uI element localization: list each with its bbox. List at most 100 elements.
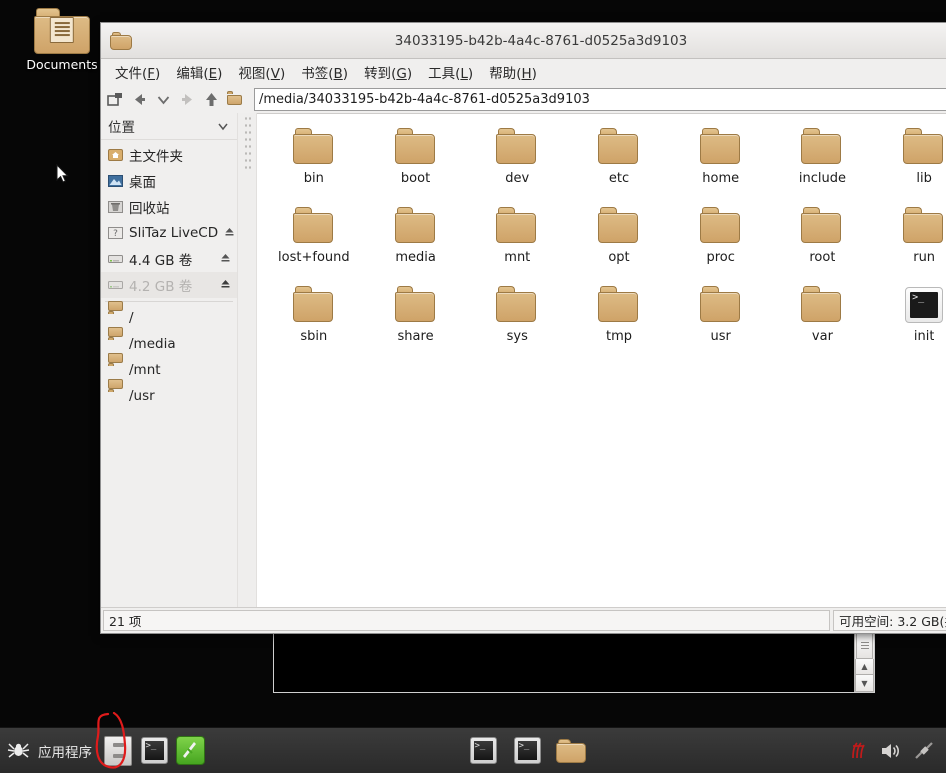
sidebar-item-label: 4.2 GB 卷	[129, 279, 193, 295]
terminal-output-area[interactable]	[274, 632, 854, 692]
file-item[interactable]: >_init	[873, 282, 946, 361]
file-list-view[interactable]: bin boot dev etc home include lib lost+found med…	[257, 113, 946, 607]
sidebar-splitter[interactable]	[237, 113, 257, 607]
file-manager-window[interactable]: 34033195-b42b-4a4c-8761-d0525a3d9103 文件(…	[100, 22, 946, 634]
file-item[interactable]: dev	[466, 124, 568, 203]
path-input[interactable]: /media/34033195-b42b-4a4c-8761-d0525a3d9…	[254, 88, 946, 111]
unknown-disc-icon: ?	[108, 226, 123, 240]
mouse-cursor	[56, 164, 69, 183]
task-terminal-2[interactable]: >_	[512, 736, 542, 766]
menu-item-go[interactable]: 转到(G)	[364, 62, 412, 82]
scroll-down-button[interactable]: ▼	[855, 675, 874, 693]
terminal-prompt-glyph: >_	[473, 741, 493, 760]
back-arrow-icon[interactable]	[131, 91, 148, 108]
file-item[interactable]: home	[670, 124, 772, 203]
background-terminal-window[interactable]: ▲ ▼	[273, 632, 875, 693]
sidebar-item-label: 4.4 GB 卷	[129, 253, 193, 269]
menu-item-tools[interactable]: 工具(L)	[428, 62, 473, 82]
window-titlebar[interactable]: 34033195-b42b-4a4c-8761-d0525a3d9103	[101, 23, 946, 59]
applications-menu-button[interactable]: 应用程序	[0, 728, 100, 773]
sidebar-item-label: /usr	[129, 388, 155, 404]
folder-icon	[394, 207, 437, 245]
new-tab-icon[interactable]	[107, 91, 124, 108]
menu-bar[interactable]: 文件(F) 编辑(E) 视图(V) 书签(B) 转到(G) 工具(L) 帮助(H…	[101, 59, 946, 86]
file-item[interactable]: share	[365, 282, 467, 361]
file-item[interactable]: run	[873, 203, 946, 282]
file-item[interactable]: media	[365, 203, 467, 282]
file-item-label: lost+found	[278, 250, 350, 265]
file-item[interactable]: bin	[263, 124, 365, 203]
file-item[interactable]: root	[772, 203, 874, 282]
file-item[interactable]: lib	[873, 124, 946, 203]
file-item[interactable]: include	[772, 124, 874, 203]
file-item-label: opt	[608, 250, 630, 265]
places-sidebar[interactable]: 位置 主文件夹 桌面 回收站 ? SliTaz LiveCD 4.4 GB 卷 …	[101, 113, 237, 607]
terminal-launcher[interactable]: >_	[139, 736, 169, 766]
up-arrow-icon[interactable]	[203, 91, 220, 108]
taskbar[interactable]: 应用程序 >_ >_ >_	[0, 727, 946, 773]
status-item-count: 21 项	[103, 610, 831, 631]
sidebar-item-home[interactable]: 主文件夹	[101, 142, 237, 168]
sidebar-item-label: SliTaz LiveCD	[129, 225, 219, 241]
folder-icon	[597, 207, 640, 245]
folder-icon	[699, 286, 742, 324]
volume-icon[interactable]	[879, 739, 903, 763]
sidebar-header[interactable]: 位置	[101, 113, 237, 140]
chevron-down-icon[interactable]	[155, 91, 172, 108]
file-item[interactable]: sbin	[263, 282, 365, 361]
desktop-icon-documents[interactable]: Documents	[14, 8, 110, 72]
sidebar-item-volume-42gb[interactable]: 4.2 GB 卷	[101, 272, 237, 298]
browser-launcher[interactable]	[175, 736, 205, 766]
eject-icon[interactable]	[224, 225, 235, 241]
folder-icon	[496, 207, 538, 245]
sidebar-item-slitaz-livecd[interactable]: ? SliTaz LiveCD	[101, 220, 237, 246]
file-item[interactable]: sys	[466, 282, 568, 361]
file-item[interactable]: var	[772, 282, 874, 361]
sidebar-item-label: 主文件夹	[129, 149, 183, 165]
file-item-label: init	[913, 329, 935, 344]
scroll-up-button[interactable]: ▲	[855, 658, 874, 676]
file-item[interactable]: opt	[568, 203, 670, 282]
file-item-label: tmp	[605, 329, 632, 344]
menu-item-file[interactable]: 文件(F)	[115, 62, 160, 82]
window-task-list[interactable]: >_ >_	[208, 736, 846, 766]
file-item[interactable]: boot	[365, 124, 467, 203]
sidebar-item-label: 桌面	[129, 175, 156, 191]
task-terminal-1[interactable]: >_	[468, 736, 498, 766]
spider-icon	[6, 738, 31, 763]
navigation-toolbar[interactable]: /media/34033195-b42b-4a4c-8761-d0525a3d9…	[101, 86, 946, 113]
folder-icon	[801, 286, 843, 324]
input-method-icon[interactable]	[846, 739, 870, 763]
task-file-manager[interactable]	[556, 736, 586, 766]
eject-icon[interactable]	[220, 251, 231, 267]
folder-icon	[801, 207, 843, 245]
chevron-down-icon[interactable]	[217, 120, 229, 132]
scrollbar-thumb[interactable]	[856, 633, 873, 659]
sidebar-bookmark-usr[interactable]: /usr	[101, 379, 237, 409]
network-icon[interactable]	[912, 739, 936, 763]
system-tray[interactable]	[846, 739, 946, 763]
file-item[interactable]: mnt	[466, 203, 568, 282]
file-item[interactable]: etc	[568, 124, 670, 203]
file-item[interactable]: lost+found	[263, 203, 365, 282]
file-item-label: mnt	[504, 250, 531, 265]
sidebar-item-volume-44gb[interactable]: 4.4 GB 卷	[101, 246, 237, 272]
file-item[interactable]: proc	[670, 203, 772, 282]
titlebar-folder-icon	[110, 31, 132, 50]
menu-item-help[interactable]: 帮助(H)	[489, 62, 537, 82]
file-manager-launcher[interactable]	[103, 735, 133, 766]
terminal-prompt-glyph: >_	[910, 292, 939, 318]
sidebar-item-desktop[interactable]: 桌面	[101, 168, 237, 194]
menu-item-view[interactable]: 视图(V)	[238, 62, 285, 82]
eject-icon[interactable]	[220, 277, 231, 293]
terminal-scrollbar[interactable]: ▲ ▼	[854, 632, 874, 693]
file-item[interactable]: usr	[670, 282, 772, 361]
sidebar-item-trash[interactable]: 回收站	[101, 194, 237, 220]
menu-item-edit[interactable]: 编辑(E)	[176, 62, 222, 82]
folder-icon	[699, 128, 742, 166]
home-folder-icon[interactable]	[227, 91, 244, 108]
splitter-grip[interactable]	[243, 115, 251, 173]
file-item[interactable]: tmp	[568, 282, 670, 361]
sidebar-list[interactable]: 主文件夹 桌面 回收站 ? SliTaz LiveCD 4.4 GB 卷 4.2…	[101, 140, 237, 607]
menu-item-bookmarks[interactable]: 书签(B)	[301, 62, 348, 82]
